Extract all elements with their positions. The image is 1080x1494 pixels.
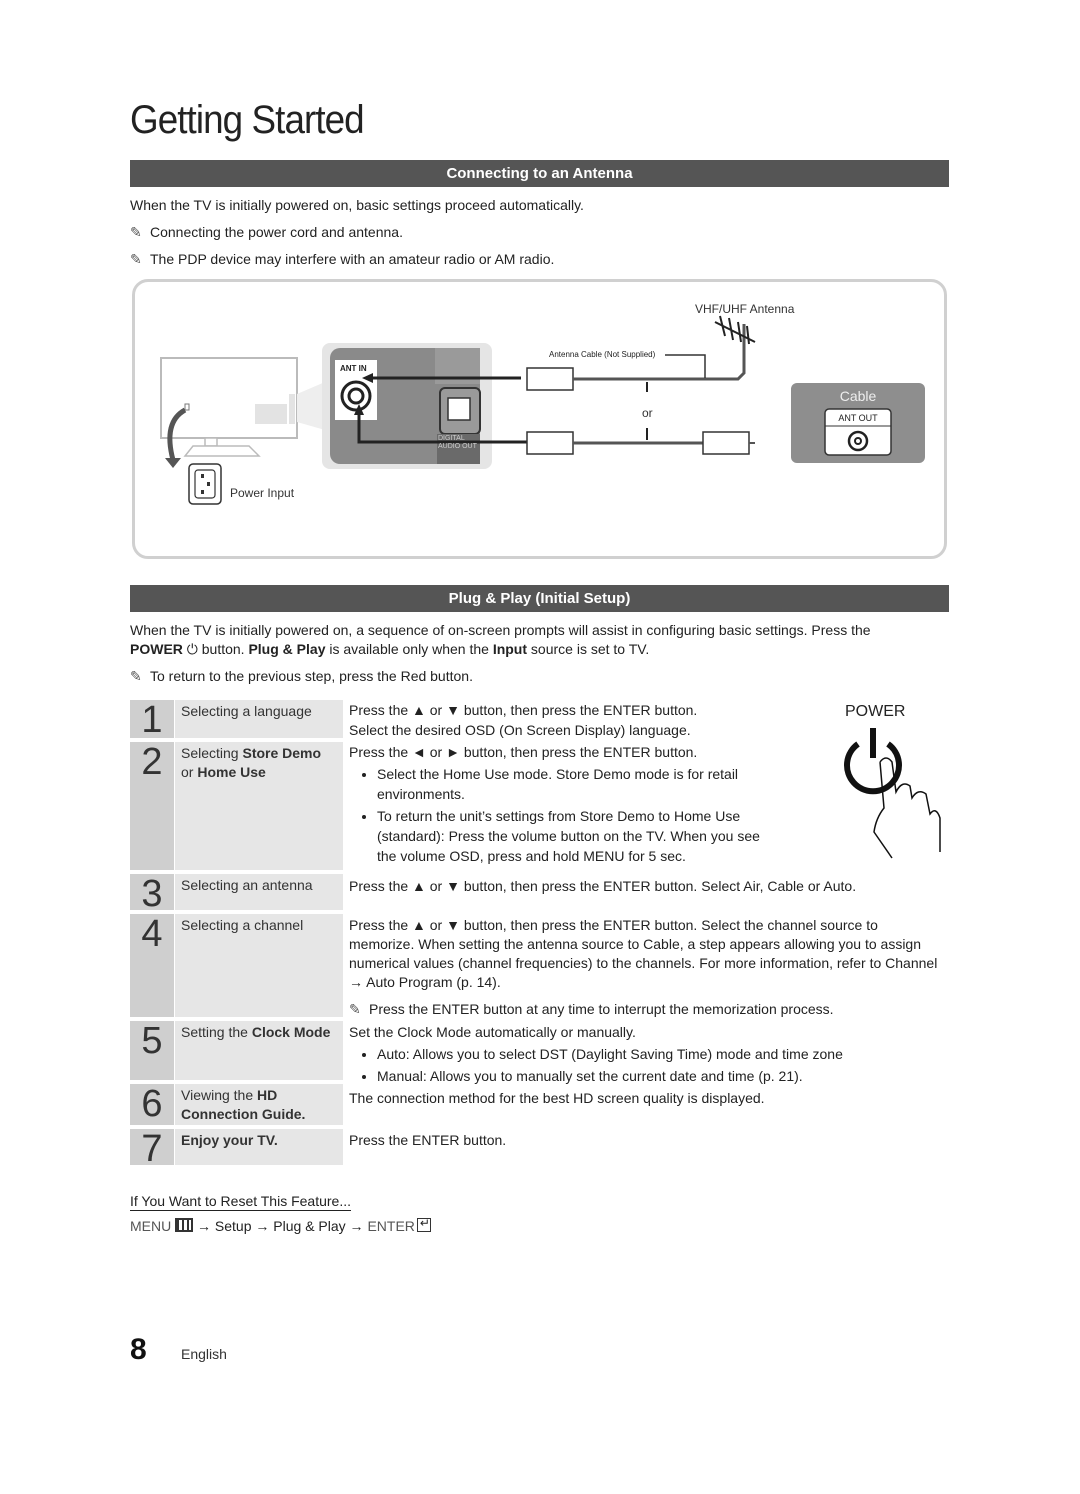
- reset-feature-title: If You Want to Reset This Feature...: [130, 1193, 352, 1211]
- step-description: Set the Clock Mode automatically or manu…: [349, 1022, 949, 1088]
- tv-icon: [160, 357, 325, 468]
- power-button-hand-icon: [844, 728, 941, 859]
- step-number: 6: [130, 1084, 174, 1125]
- reset-menu-path: MENU → Setup → Plug & Play → ENTER: [130, 1214, 431, 1236]
- step-label: Viewing the HD Connection Guide.: [175, 1084, 343, 1125]
- step-description: Press the ENTER button.: [349, 1132, 507, 1148]
- plug-play-note: ✎ To return to the previous step, press t…: [130, 668, 473, 684]
- plug-play-intro-line2: POWER ⏻ button. Plug & Play is available…: [130, 641, 650, 657]
- antenna-connection-diagram: ANT IN DIGITAL AUDIO OUT Power Input VHF…: [132, 279, 947, 559]
- ant-out-label: ANT OUT: [838, 413, 878, 423]
- step-number: 7: [130, 1129, 174, 1169]
- menu-icon: [175, 1218, 194, 1232]
- vhf-uhf-antenna-label: VHF/UHF Antenna: [695, 302, 795, 316]
- page-language: English: [181, 1346, 227, 1362]
- step-number: 3: [130, 874, 174, 914]
- antenna-cable-label: Antenna Cable (Not Supplied): [549, 350, 656, 359]
- power-graphic-label: POWER: [845, 703, 906, 720]
- diagram-drawing: [160, 315, 925, 505]
- page-number: 8: [130, 1333, 147, 1366]
- bullet-item: Manual: Allows you to manually set the c…: [377, 1066, 949, 1086]
- antenna-intro: When the TV is initially powered on, bas…: [130, 197, 584, 213]
- antenna-note-2: ✎ The PDP device may interfere with an am…: [130, 251, 555, 267]
- step-label: Selecting an antenna: [175, 874, 343, 910]
- step-label: Selecting a language: [175, 700, 343, 738]
- ant-in-label: ANT IN: [340, 364, 367, 373]
- step-description: Press the ▲ or ▼ button, then press the …: [349, 917, 938, 1017]
- section-header-plug-play: Plug & Play (Initial Setup): [130, 585, 949, 612]
- digital-audio-out-label: DIGITAL AUDIO OUT: [438, 435, 477, 450]
- power-input-socket-icon: [188, 463, 222, 505]
- step-description: Press the ◄ or ► button, then press the …: [349, 742, 779, 868]
- step-label: Setting the Clock Mode: [175, 1021, 343, 1080]
- page-title: Getting Started: [130, 98, 365, 142]
- note-pencil-icon: ✎: [130, 251, 142, 267]
- bullet-item: Auto: Allows you to select DST (Daylight…: [377, 1044, 949, 1064]
- power-input-label: Power Input: [230, 486, 295, 500]
- section-header-antenna: Connecting to an Antenna: [130, 160, 949, 187]
- step-label: Selecting a channel: [175, 914, 343, 1017]
- step-label: Selecting Store Demo or Home Use: [175, 742, 343, 870]
- step-number: 5: [130, 1021, 174, 1080]
- note-pencil-icon: ✎: [349, 1001, 361, 1017]
- plug-play-intro-line1: When the TV is initially powered on, a s…: [130, 622, 871, 638]
- step-number: 4: [130, 914, 174, 1017]
- step-number: 2: [130, 742, 174, 870]
- bullet-item: Select the Home Use mode. Store Demo mod…: [377, 764, 779, 804]
- cable-box-title: Cable: [839, 388, 877, 404]
- antenna-note-1: ✎ Connecting the power cord and antenna.: [130, 224, 403, 240]
- bullet-item: To return the unit’s settings from Store…: [377, 806, 779, 866]
- enter-icon: [416, 1214, 431, 1233]
- or-label: or: [642, 406, 653, 420]
- step-number: 1: [130, 700, 174, 740]
- step-description: Press the ▲ or ▼ button, then press the …: [349, 702, 698, 738]
- step-description: Press the ▲ or ▼ button, then press the …: [349, 878, 857, 894]
- power-icon: ⏻: [182, 641, 198, 657]
- note-pencil-icon: ✎: [130, 668, 142, 684]
- step-description: The connection method for the best HD sc…: [349, 1090, 765, 1106]
- note-pencil-icon: ✎: [130, 224, 142, 240]
- step-label: Enjoy your TV.: [175, 1129, 343, 1165]
